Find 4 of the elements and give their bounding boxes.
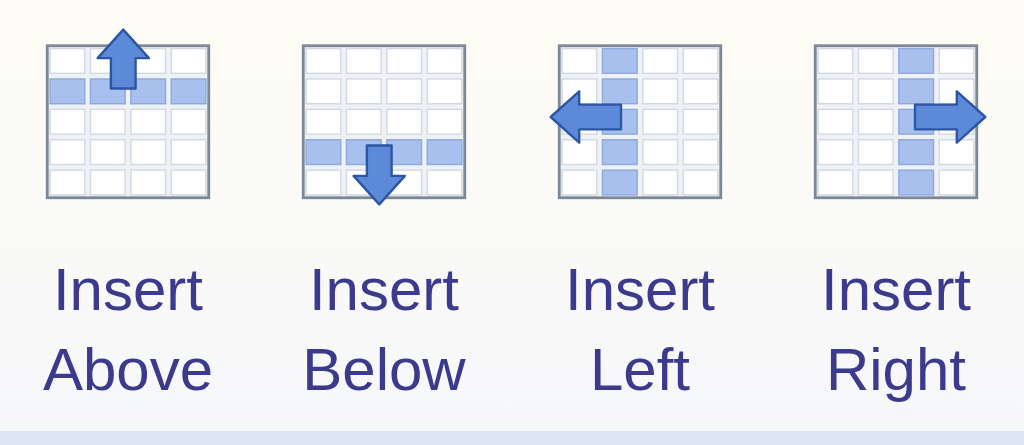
insert-button[interactable]: Insert Left [512, 22, 768, 410]
insert-button[interactable]: Insert Right [768, 22, 1024, 410]
insert-button[interactable]: Insert Below [256, 22, 512, 410]
insert-button[interactable]: Insert Above [0, 22, 256, 410]
